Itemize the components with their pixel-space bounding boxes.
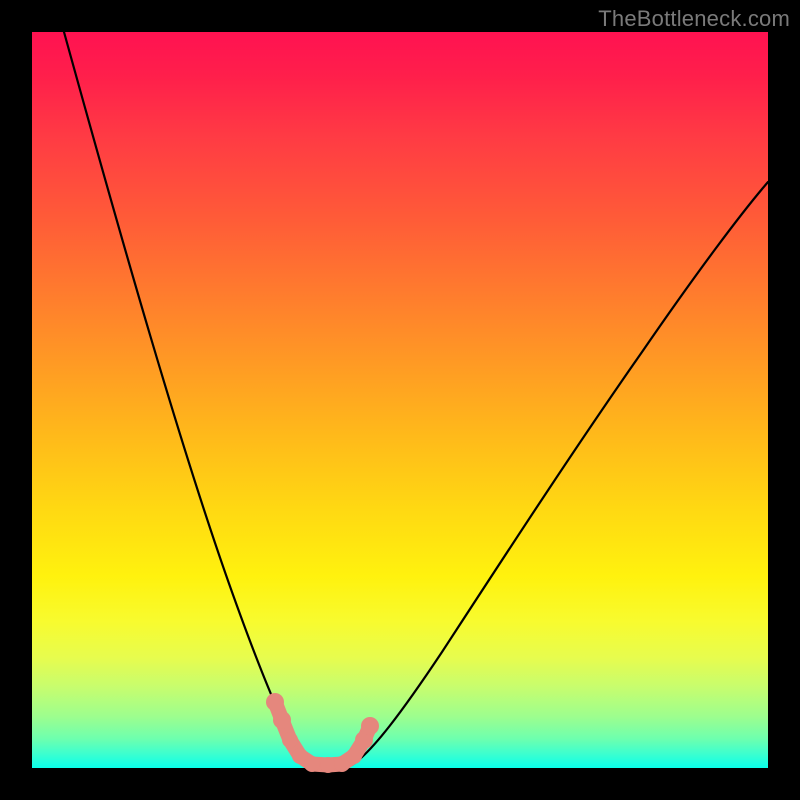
bead-icon (266, 693, 284, 711)
curve-left (64, 32, 312, 765)
curve-right (352, 182, 768, 765)
chart-svg (32, 32, 768, 768)
bead-icon (273, 711, 291, 729)
bead-icon (282, 732, 298, 748)
bead-icon (304, 756, 320, 772)
watermark-text: TheBottleneck.com (598, 6, 790, 32)
bead-icon (320, 757, 336, 773)
bead-icon (346, 748, 362, 764)
bead-icon (361, 717, 379, 735)
chart-frame: TheBottleneck.com (0, 0, 800, 800)
chart-plot-area (32, 32, 768, 768)
